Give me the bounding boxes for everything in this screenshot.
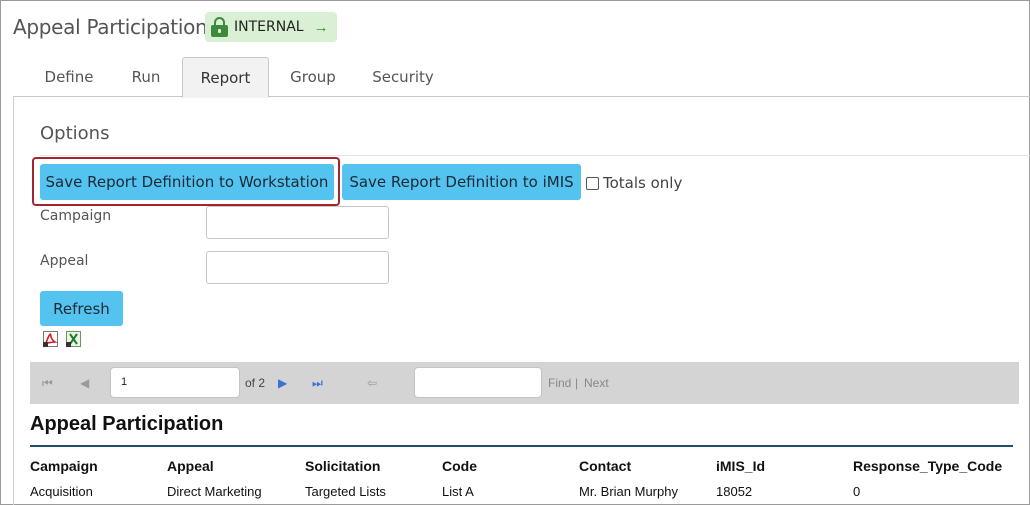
column-header-campaign: Campaign — [30, 458, 98, 474]
column-header-appeal: Appeal — [167, 458, 214, 474]
internal-badge[interactable]: INTERNAL → — [205, 12, 337, 42]
internal-badge-label: INTERNAL — [234, 19, 304, 35]
tab-bar: Define Run Report Group Security — [13, 57, 1030, 98]
report-title: Appeal Participation — [30, 413, 224, 435]
tab-define[interactable]: Define — [31, 57, 107, 97]
report-window: Appeal Participation INTERNAL → Define R… — [0, 0, 1030, 505]
options-heading: Options — [40, 123, 110, 144]
excel-export-icon[interactable] — [66, 331, 81, 347]
table-cell: Direct Marketing — [167, 484, 262, 499]
campaign-label: Campaign — [40, 208, 112, 224]
first-page-icon[interactable]: ⏮ — [42, 376, 53, 391]
appeal-input[interactable] — [206, 251, 389, 284]
totals-only-checkbox[interactable] — [586, 176, 599, 190]
page-number-input[interactable]: 1 — [110, 367, 240, 398]
page-count: of 2 — [245, 376, 266, 390]
table-cell: 0 — [853, 484, 861, 499]
report-viewer-toolbar: ⏮ ◀ 1 of 2 ▶ ⏭ ⇦ Find | Next — [30, 362, 1019, 404]
totals-only-toggle[interactable]: Totals only — [586, 174, 682, 192]
next-page-icon[interactable]: ▶ — [278, 376, 287, 390]
report-title-rule — [30, 445, 1013, 447]
table-cell: 18052 — [716, 484, 753, 499]
column-header-response-type-code: Response_Type_Code — [853, 458, 1003, 474]
arrow-right-icon: → — [313, 18, 329, 36]
previous-page-icon[interactable]: ◀ — [80, 376, 89, 390]
table-cell: Acquisition — [30, 484, 93, 499]
next-link[interactable]: Next — [584, 376, 609, 390]
find-link[interactable]: Find — [548, 376, 571, 390]
campaign-input[interactable] — [206, 206, 389, 239]
save-to-imis-button[interactable]: Save Report Definition to iMIS — [342, 164, 581, 200]
table-cell: Mr. Brian Murphy — [579, 484, 678, 499]
options-divider — [40, 155, 1030, 156]
totals-only-label: Totals only — [603, 174, 683, 192]
refresh-button[interactable]: Refresh — [40, 291, 123, 326]
back-to-parent-icon[interactable]: ⇦ — [367, 376, 377, 390]
column-header-code: Code — [442, 458, 477, 474]
appeal-label: Appeal — [40, 253, 89, 269]
find-input[interactable] — [414, 367, 542, 398]
table-cell: List A — [442, 484, 474, 499]
tab-group[interactable]: Group — [277, 57, 349, 97]
lock-icon — [211, 17, 228, 37]
last-page-icon[interactable]: ⏭ — [312, 376, 323, 391]
column-header-solicitation: Solicitation — [305, 458, 381, 474]
tab-report[interactable]: Report — [182, 57, 269, 98]
pdf-export-icon[interactable] — [43, 331, 58, 347]
page-title: Appeal Participation — [13, 15, 208, 39]
save-to-workstation-button[interactable]: Save Report Definition to Workstation — [40, 164, 334, 200]
column-header-imis-id: iMIS_Id — [716, 458, 766, 474]
report-panel: Options Save Report Definition to Workst… — [13, 97, 1030, 505]
column-header-contact: Contact — [579, 458, 632, 474]
find-separator: | — [575, 376, 579, 390]
tab-run[interactable]: Run — [117, 57, 175, 97]
tab-security[interactable]: Security — [363, 57, 443, 97]
table-cell: Targeted Lists — [305, 484, 386, 499]
